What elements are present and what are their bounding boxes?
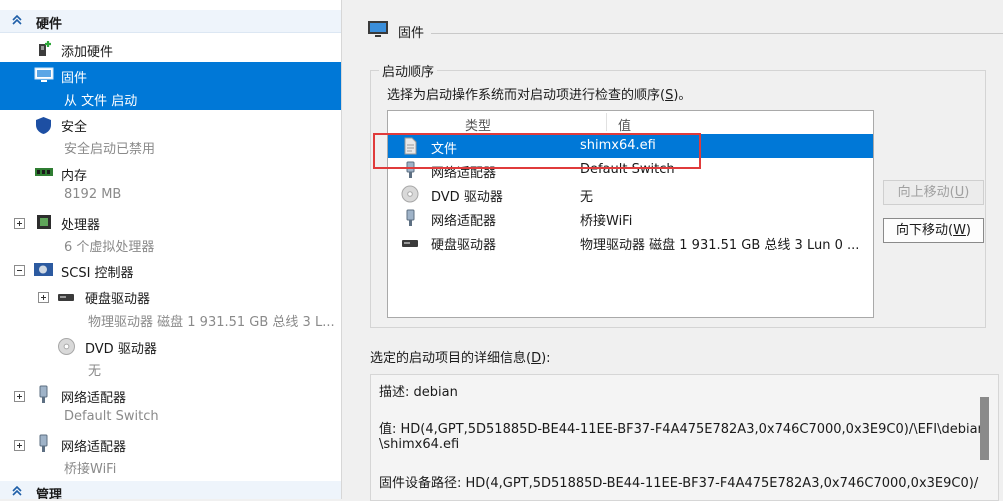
- collapse-icon[interactable]: [14, 265, 25, 276]
- dvd-disc-icon: [58, 338, 75, 355]
- boot-entry-value: 无: [580, 190, 594, 205]
- tree-item-label: 添加硬件: [61, 45, 114, 60]
- tree-item-label: 网络适配器: [61, 440, 127, 455]
- tree-item-label: 安全: [61, 120, 88, 135]
- tree-item-add-hardware[interactable]: 添加硬件: [0, 38, 341, 61]
- tree-item-firmware[interactable]: 固件 从 文件 启动: [0, 62, 341, 110]
- tree-item-sub: 桥接WiFi: [64, 462, 117, 477]
- network-adapter-icon: [406, 209, 415, 226]
- column-header-value[interactable]: 值: [618, 115, 631, 134]
- highlight-annotation-box: [373, 133, 701, 169]
- tree-item-sub: 6 个虚拟处理器: [64, 240, 155, 255]
- tree-item-network-adapter-2[interactable]: 网络适配器 桥接WiFi: [0, 432, 341, 478]
- details-label: 选定的启动项目的详细信息(D):: [370, 351, 551, 366]
- tree-item-dvd-drive[interactable]: DVD 驱动器 无: [0, 334, 341, 380]
- hardware-section-title: 硬件: [36, 17, 63, 32]
- tree-item-sub: 无: [88, 364, 102, 379]
- network-adapter-icon: [39, 385, 48, 403]
- tree-item-label: 内存: [61, 169, 88, 184]
- firmware-settings-pane: 固件 启动顺序 选择为启动操作系统而对启动项进行检查的顺序(S)。 类型 值 文…: [353, 0, 1003, 501]
- network-adapter-icon: [39, 434, 48, 452]
- management-section-title: 管理: [36, 488, 63, 499]
- boot-order-instruction: 选择为启动操作系统而对启动项进行检查的顺序(S)。: [387, 88, 692, 103]
- add-hardware-icon: [39, 41, 51, 56]
- tree-item-network-adapter-1[interactable]: 网络适配器 Default Switch: [0, 383, 341, 429]
- tree-item-scsi-controller[interactable]: SCSI 控制器: [0, 259, 341, 282]
- tree-item-security[interactable]: 安全 安全启动已禁用: [0, 112, 341, 158]
- memory-icon: [35, 168, 53, 176]
- tree-item-label: 网络适配器: [61, 391, 127, 406]
- header-divider: [431, 33, 1003, 34]
- hard-drive-icon: [402, 240, 418, 247]
- boot-entry-details[interactable]: 描述: debian 值: HD(4,GPT,5D51885D-BE44-11E…: [370, 374, 999, 501]
- tree-item-processor[interactable]: 处理器 6 个虚拟处理器: [0, 210, 341, 256]
- details-value-line1: 值: HD(4,GPT,5D51885D-BE44-11EE-BF37-F4A4…: [379, 422, 986, 437]
- tree-item-label: DVD 驱动器: [85, 342, 157, 357]
- tree-item-sub: 物理驱动器 磁盘 1 931.51 GB 总线 3 L...: [88, 315, 335, 330]
- collapse-chevron-icon: [12, 485, 22, 496]
- tree-item-label: 处理器: [61, 218, 101, 233]
- management-section-header[interactable]: 管理: [0, 481, 341, 499]
- tree-item-label: 硬盘驱动器: [85, 292, 151, 307]
- tree-item-sub: 8192 MB: [64, 187, 122, 202]
- hard-drive-icon: [58, 294, 74, 301]
- boot-entry-type: 网络适配器: [431, 214, 497, 229]
- collapse-chevron-icon: [12, 14, 22, 25]
- details-value-line2: \shimx64.efi: [379, 437, 460, 452]
- tree-item-sub: 安全启动已禁用: [64, 142, 156, 157]
- move-down-button[interactable]: 向下移动(W): [883, 218, 984, 243]
- expand-icon[interactable]: [14, 391, 25, 402]
- hardware-section-header[interactable]: 硬件: [0, 10, 341, 33]
- boot-entry-type: 硬盘驱动器: [431, 238, 497, 253]
- tree-item-sub: 从 文件 启动: [64, 94, 138, 109]
- expand-icon[interactable]: [38, 292, 49, 303]
- dvd-disc-icon: [401, 185, 419, 203]
- tree-item-sub: Default Switch: [64, 409, 159, 424]
- tree-item-memory[interactable]: 内存 8192 MB: [0, 161, 341, 207]
- move-up-button[interactable]: 向上移动(U): [883, 180, 984, 205]
- expand-icon[interactable]: [14, 440, 25, 451]
- scsi-controller-icon: [34, 263, 53, 276]
- boot-entry-network-2[interactable]: 网络适配器 桥接WiFi: [388, 206, 873, 230]
- hardware-tree: 硬件 添加硬件 固件 从 文件 启动 安全 安全启动已禁用 内存 8192 MB: [0, 0, 341, 499]
- shield-icon: [36, 117, 51, 134]
- pane-splitter[interactable]: [341, 0, 353, 499]
- boot-order-title: 启动顺序: [379, 61, 438, 80]
- boot-entry-dvd[interactable]: DVD 驱动器 无: [388, 182, 873, 206]
- details-firmware-path: 固件设备路径: HD(4,GPT,5D51885D-BE44-11EE-BF37…: [379, 476, 979, 491]
- boot-entry-value: 桥接WiFi: [580, 214, 633, 229]
- page-title: 固件: [398, 26, 425, 41]
- tree-item-hard-drive[interactable]: 硬盘驱动器 物理驱动器 磁盘 1 931.51 GB 总线 3 L...: [0, 285, 341, 331]
- details-scrollbar-thumb[interactable]: [980, 397, 989, 460]
- processor-icon: [37, 215, 51, 229]
- details-description: 描述: debian: [379, 385, 458, 400]
- tree-item-label: 固件: [61, 71, 88, 86]
- expand-icon[interactable]: [14, 218, 25, 229]
- firmware-icon: [368, 21, 388, 37]
- boot-entry-value: 物理驱动器 磁盘 1 931.51 GB 总线 3 Lun 0 ...: [580, 238, 860, 253]
- boot-entry-type: DVD 驱动器: [431, 190, 503, 205]
- boot-entry-hard-drive[interactable]: 硬盘驱动器 物理驱动器 磁盘 1 931.51 GB 总线 3 Lun 0 ..…: [388, 230, 873, 254]
- column-separator[interactable]: [606, 113, 607, 131]
- tree-item-label: SCSI 控制器: [61, 266, 134, 281]
- column-header-type[interactable]: 类型: [465, 115, 491, 134]
- firmware-icon: [34, 67, 54, 82]
